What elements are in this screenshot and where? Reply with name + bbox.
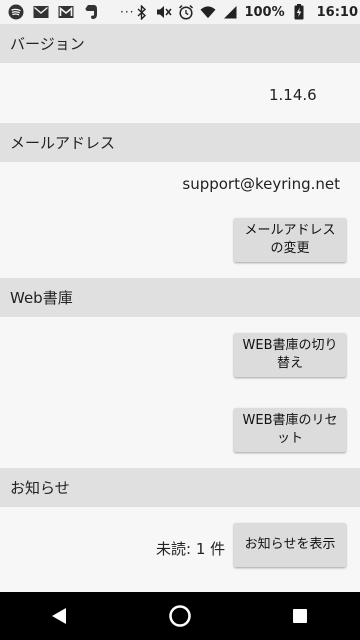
gmail-icon [58, 4, 74, 20]
section-header-email: メールアドレス [0, 123, 360, 162]
recents-button[interactable] [270, 592, 330, 640]
alarm-icon [178, 4, 194, 20]
wifi-icon [200, 4, 216, 20]
back-icon [52, 608, 66, 624]
bluetooth-icon [134, 4, 150, 20]
spotify-icon [8, 4, 24, 20]
section-header-web-library: Web書庫 [0, 278, 360, 317]
reset-web-library-button[interactable]: WEB書庫のリセット [234, 408, 346, 452]
battery-icon [291, 4, 307, 20]
status-time: 16:10 [316, 4, 359, 20]
back-button[interactable] [30, 592, 90, 640]
battery-percent: 100% [244, 4, 285, 20]
home-icon [169, 605, 191, 627]
recents-icon [293, 609, 307, 623]
signal-icon [222, 4, 238, 20]
mail-icon [33, 4, 49, 20]
status-bar: ··· 100% 16:10 [0, 0, 360, 24]
section-header-notices: お知らせ [0, 468, 360, 507]
section-header-version: バージョン [0, 24, 360, 63]
change-email-button[interactable]: メールアドレスの変更 [234, 218, 346, 262]
navigation-bar [0, 592, 360, 640]
switch-web-library-button[interactable]: WEB書庫の切り替え [234, 333, 346, 377]
overflow-indicator: ··· [120, 5, 135, 19]
evernote-icon [83, 4, 99, 20]
mute-icon [156, 4, 173, 20]
version-value: 1.14.6 [269, 86, 317, 104]
unread-count-label: 未読: 1 件 [156, 540, 226, 558]
home-button[interactable] [150, 592, 210, 640]
show-notices-button[interactable]: お知らせを表示 [234, 523, 346, 567]
email-value: support@keyring.net [182, 175, 340, 193]
